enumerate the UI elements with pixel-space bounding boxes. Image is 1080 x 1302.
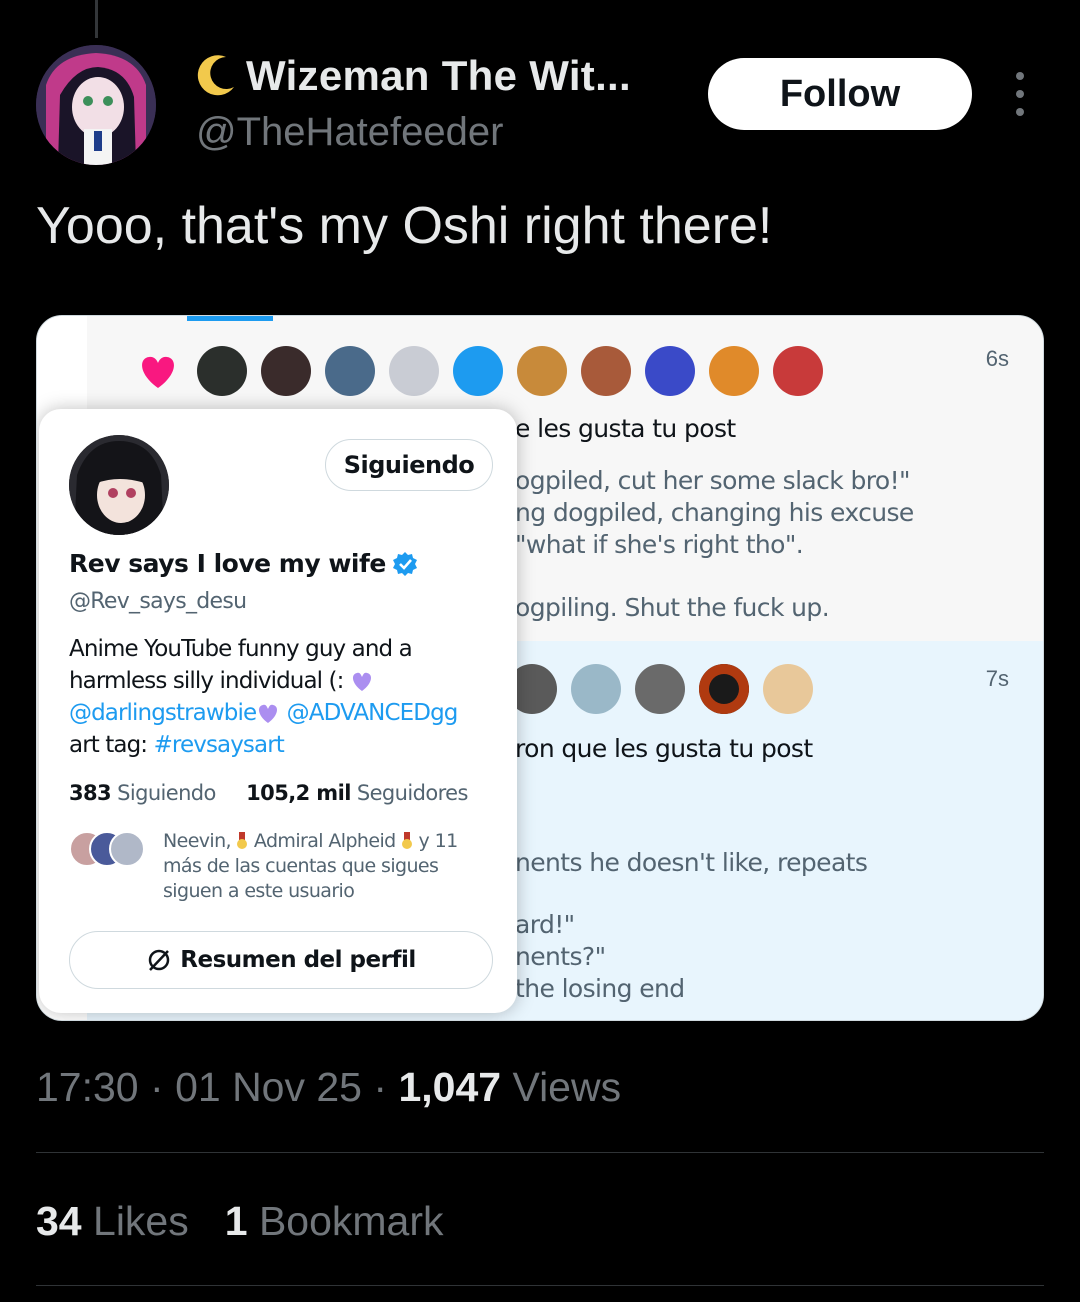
notification-text: e les gusta tu post — [515, 414, 736, 443]
bookmarks-stat[interactable]: 1 Bookmark — [225, 1198, 444, 1245]
followers-count[interactable]: 105,2 mil — [246, 781, 351, 805]
tweet-media-image[interactable]: 6s e les gusta tu post ogpiled, cut her … — [36, 315, 1044, 1021]
card-avatar[interactable] — [69, 435, 169, 535]
liker-avatars-row-2 — [507, 664, 813, 714]
notification-time: 7s — [985, 666, 1009, 691]
bookmarks-label: Bookmark — [258, 1198, 444, 1244]
profile-hover-card: Siguiendo Rev says I love my wife @Rev_s… — [39, 409, 517, 1013]
likes-stat[interactable]: 34 Likes — [36, 1198, 189, 1245]
mutual-followers-avatars — [69, 831, 149, 871]
views-label: Views — [512, 1064, 622, 1110]
mutual-name: Neevin, — [163, 830, 232, 852]
bio-link-advancedgg[interactable]: @ADVANCEDgg — [287, 700, 459, 726]
mutual-more: y 11 — [418, 830, 459, 852]
bio-line: @darlingstrawbie @ADVANCEDgg — [69, 697, 489, 729]
tweet-meta: 17:30 · 01 Nov 25 · 1,047 Views — [36, 1064, 621, 1111]
medal-icon — [237, 832, 248, 849]
mutual-name: Admiral Alpheid — [253, 830, 396, 852]
card-handle[interactable]: @Rev_says_desu — [69, 589, 247, 614]
views-count: 1,047 — [398, 1064, 502, 1110]
bio-line: Anime YouTube funny guy and a — [69, 636, 413, 662]
purple-heart-icon — [259, 704, 278, 723]
post-excerpt-line: "what if she's right tho". — [515, 530, 804, 559]
bio-line-text: harmless silly individual (: — [69, 668, 344, 694]
tweet-text: Yooo, that's my Oshi right there! — [36, 197, 773, 255]
author-avatar[interactable] — [36, 45, 156, 165]
post-excerpt-line: the losing end — [515, 974, 685, 1003]
divider — [36, 1285, 1044, 1286]
bio-art-label: art tag: — [69, 732, 148, 758]
card-bio: Anime YouTube funny guy and a harmless s… — [69, 633, 489, 761]
card-stats: 383 Siguiendo 105,2 mil Seguidores — [69, 781, 468, 805]
heart-icon — [142, 356, 174, 388]
card-display-name[interactable]: Rev says I love my wife — [69, 549, 418, 578]
tweet-date[interactable]: 01 Nov 25 — [175, 1064, 362, 1110]
bio-line: art tag: #revsaysart — [69, 729, 489, 761]
follow-button[interactable]: Follow — [708, 58, 972, 130]
tweet-time[interactable]: 17:30 — [36, 1064, 139, 1110]
tab-indicator — [187, 316, 273, 321]
profile-summary-label: Resumen del perfil — [180, 947, 416, 973]
post-excerpt-line: nents?" — [515, 942, 606, 971]
following-button[interactable]: Siguiendo — [325, 439, 493, 491]
divider — [36, 1152, 1044, 1153]
notification-text: ron que les gusta tu post — [515, 734, 813, 763]
purple-heart-icon — [352, 672, 371, 691]
post-excerpt-line: ogpiled, cut her some slack bro!" — [515, 466, 911, 495]
meta-separator: · — [373, 1064, 388, 1110]
mutual-rest: más de las cuentas que sigues siguen a e… — [163, 855, 439, 902]
notification-time: 6s — [985, 346, 1009, 371]
medal-icon — [402, 832, 413, 849]
mutual-followers-text[interactable]: Neevin, Admiral Alpheid y 11 más de las … — [163, 829, 493, 904]
bio-link-darlingstrawbie[interactable]: @darlingstrawbie — [69, 700, 257, 726]
grok-slash-icon — [149, 949, 170, 971]
bookmarks-count: 1 — [224, 1198, 248, 1244]
likes-label: Likes — [93, 1198, 189, 1244]
following-label[interactable]: Siguiendo — [117, 781, 216, 805]
followers-label[interactable]: Seguidores — [357, 781, 469, 805]
post-excerpt-line: ogpiling. Shut the fuck up. — [515, 593, 830, 622]
thread-connector — [95, 0, 98, 38]
likes-count: 34 — [36, 1198, 82, 1244]
following-count[interactable]: 383 — [69, 781, 112, 805]
post-excerpt-line: ng dogpiled, changing his excuse — [515, 498, 914, 527]
more-options-icon[interactable] — [1004, 72, 1036, 116]
post-excerpt-line: ard!" — [515, 910, 575, 939]
author-handle[interactable]: @TheHatefeeder — [196, 110, 503, 155]
verified-badge-icon — [392, 551, 417, 576]
bio-line: harmless silly individual (: — [69, 665, 489, 697]
author-display-name[interactable]: Wizeman The Wit... — [246, 52, 631, 100]
meta-separator: · — [150, 1064, 164, 1110]
liker-avatars-row-1 — [133, 346, 823, 396]
profile-summary-button[interactable]: Resumen del perfil — [69, 931, 493, 989]
crescent-moon-icon — [197, 55, 234, 96]
bio-hashtag-revsaysart[interactable]: #revsaysart — [154, 732, 285, 758]
card-name-text: Rev says I love my wife — [69, 549, 386, 578]
engagement-stats: 34 Likes 1 Bookmark — [36, 1198, 444, 1245]
post-excerpt-line: nents he doesn't like, repeats — [515, 848, 868, 877]
